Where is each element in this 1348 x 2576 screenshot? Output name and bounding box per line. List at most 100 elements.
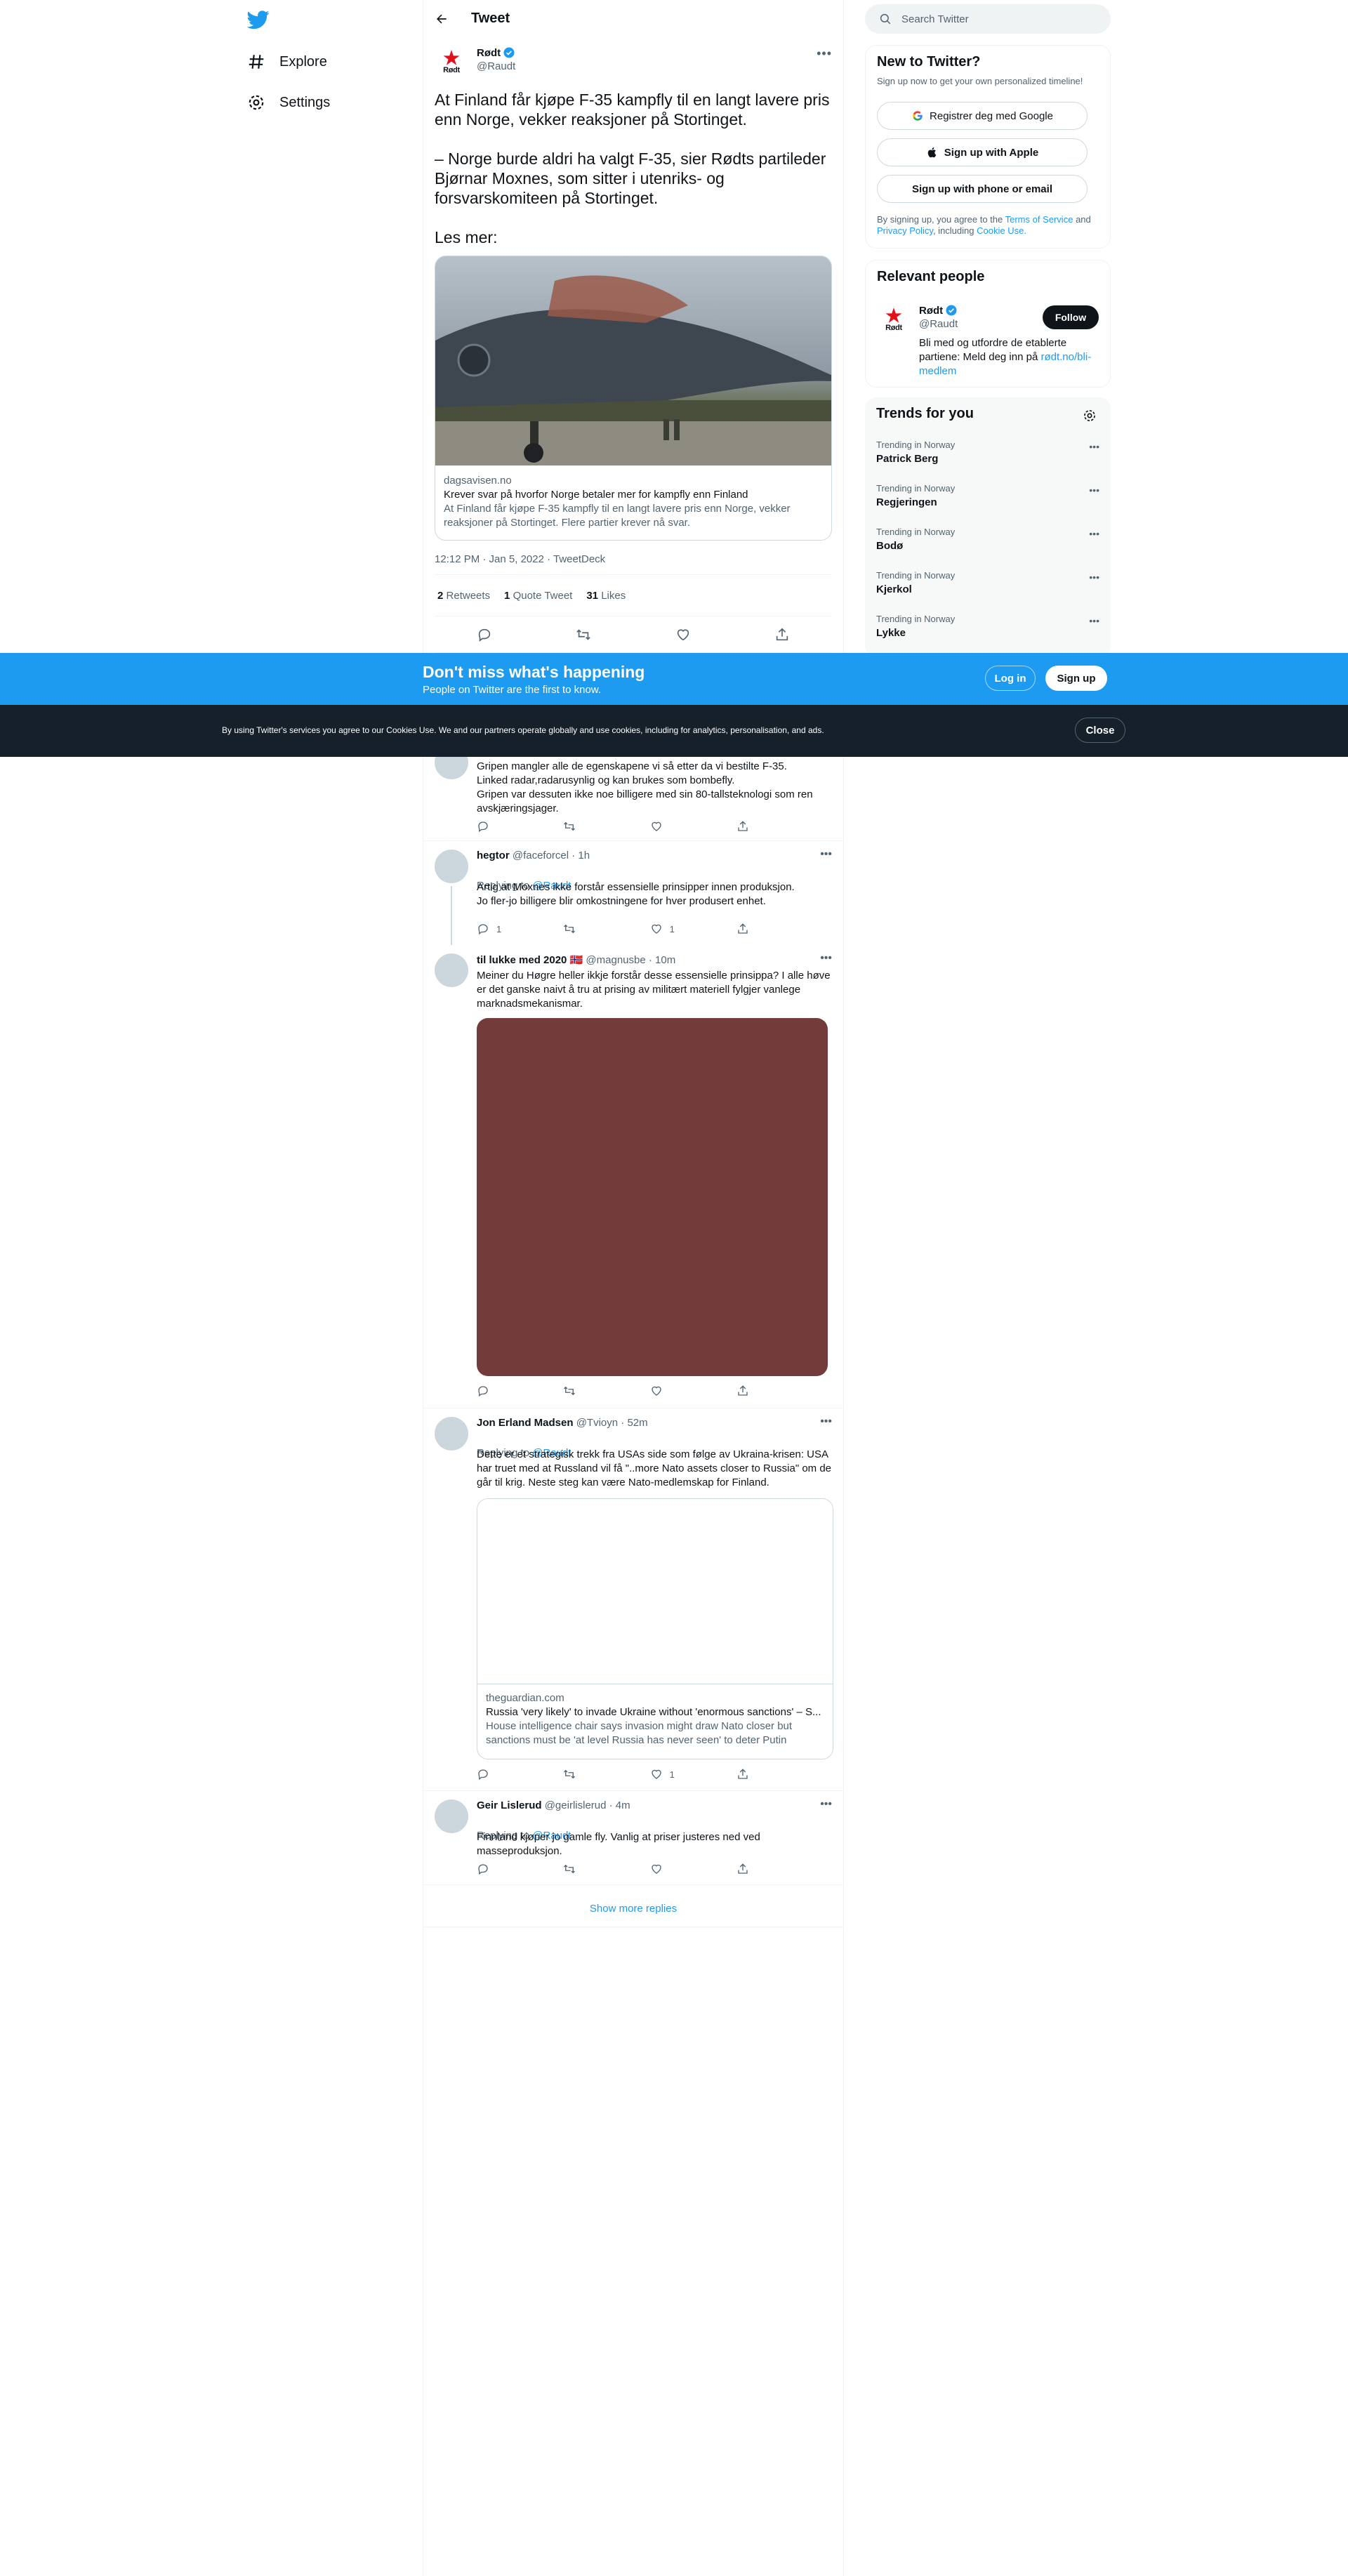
apple-signup-button[interactable]: Sign up with Apple: [877, 138, 1088, 166]
like-action[interactable]: [650, 820, 692, 833]
reply-author-name[interactable]: Geir Lislerud: [477, 1799, 542, 1811]
reply-action[interactable]: [477, 1385, 519, 1397]
author-avatar[interactable]: Rødt: [435, 45, 468, 79]
like-action[interactable]: [650, 1385, 692, 1397]
reply-avatar[interactable]: [435, 1417, 468, 1451]
search-input[interactable]: Search Twitter: [865, 4, 1111, 34]
share-icon[interactable]: [774, 627, 790, 642]
reply-avatar[interactable]: [435, 850, 468, 883]
settings-gear-icon[interactable]: [1083, 409, 1097, 423]
tweet-timestamp[interactable]: 12:12 PM · Jan 5, 2022 · TweetDeck: [435, 553, 605, 565]
like-action[interactable]: [650, 1863, 692, 1875]
reply-author-name[interactable]: hegtor: [477, 850, 510, 861]
reply-avatar[interactable]: [435, 1799, 468, 1833]
author-handle[interactable]: @Raudt: [477, 60, 515, 72]
login-button[interactable]: Log in: [985, 666, 1036, 691]
share-action[interactable]: [736, 1385, 779, 1397]
more-options-icon[interactable]: •••: [820, 1798, 832, 1811]
reply-action[interactable]: [477, 1768, 519, 1781]
reply-action[interactable]: [477, 820, 519, 833]
retweet-icon[interactable]: [576, 627, 591, 642]
more-options-icon[interactable]: •••: [1089, 484, 1099, 496]
more-options-icon[interactable]: •••: [1089, 572, 1099, 583]
reply-avatar[interactable]: [435, 953, 468, 987]
like-action[interactable]: 1: [650, 1768, 692, 1781]
author-block[interactable]: Rødt @Raudt: [477, 46, 515, 73]
reply-action[interactable]: [477, 1863, 519, 1875]
tweet-text: At Finland får kjøpe F-35 kampfly til en…: [435, 91, 830, 246]
phone-email-signup-button[interactable]: Sign up with phone or email: [877, 175, 1088, 203]
reply-action[interactable]: 1: [477, 923, 519, 935]
reply-author-name[interactable]: Jon Erland Madsen: [477, 1417, 574, 1429]
reply-item[interactable]: Jon Erland Madsen @Tvioyn · 52m ••• Repl…: [423, 1408, 843, 1791]
person-avatar[interactable]: Rødt: [877, 303, 911, 336]
share-action[interactable]: [736, 1863, 779, 1875]
nav-explore[interactable]: Explore: [247, 45, 327, 79]
more-options-icon[interactable]: •••: [1089, 528, 1099, 539]
reply-author-handle[interactable]: @magnusbe · 10m: [586, 954, 675, 966]
reply-image[interactable]: [477, 1018, 828, 1376]
likes-stat[interactable]: 31 Likes: [586, 590, 626, 602]
person-name[interactable]: Rødt: [919, 305, 943, 317]
cookie-close-button[interactable]: Close: [1075, 718, 1125, 743]
author-name[interactable]: Rødt: [477, 47, 501, 59]
trend-item[interactable]: Trending in Norway Patrick Berg •••: [876, 440, 1099, 465]
trend-item[interactable]: Trending in Norway Lykke •••: [876, 614, 1099, 639]
follow-button[interactable]: Follow: [1043, 305, 1099, 329]
nav-settings[interactable]: Settings: [247, 86, 330, 119]
tweet-actions: [435, 616, 832, 653]
trend-item[interactable]: Trending in Norway Kjerkol •••: [876, 570, 1099, 595]
more-options-icon[interactable]: •••: [1089, 615, 1099, 626]
retweets-stat[interactable]: 2 Retweets: [437, 590, 490, 602]
reply-icon[interactable]: [477, 627, 492, 642]
retweet-action[interactable]: [563, 1768, 605, 1781]
person-handle[interactable]: @Raudt: [919, 318, 958, 330]
reply-actions: 1: [477, 1768, 779, 1781]
more-options-icon[interactable]: •••: [1089, 441, 1099, 452]
terms-text: By signing up, you agree to the Terms of…: [877, 214, 1091, 236]
twitter-logo-icon[interactable]: [247, 8, 270, 31]
cookie-link[interactable]: Cookie Use.: [977, 225, 1026, 236]
reply-item[interactable]: Geir Lislerud @geirlislerud · 4m ••• Rep…: [423, 1791, 843, 1885]
reply-author-handle[interactable]: @geirlislerud · 4m: [545, 1799, 630, 1811]
reply-icon: [478, 924, 488, 935]
privacy-link[interactable]: Privacy Policy: [877, 225, 933, 236]
reply-item[interactable]: til lukke med 2020 🇳🇴 @magnusbe · 10m ••…: [423, 945, 843, 1408]
banner-title: Don't miss what's happening: [423, 663, 645, 681]
back-arrow-icon[interactable]: [435, 12, 449, 26]
more-options-icon[interactable]: •••: [817, 46, 832, 61]
avatar-wordmark: Rødt: [443, 66, 460, 74]
share-action[interactable]: [736, 923, 779, 935]
terms-link[interactable]: Terms of Service: [1005, 214, 1073, 225]
retweet-action[interactable]: [563, 923, 605, 935]
reply-icon: [478, 1769, 488, 1781]
retweet-icon: [564, 1864, 576, 1874]
like-icon[interactable]: [675, 627, 691, 642]
show-more-replies-button[interactable]: Show more replies: [423, 1891, 843, 1927]
more-options-icon[interactable]: •••: [820, 952, 832, 965]
reply-author-name[interactable]: til lukke med 2020 🇳🇴: [477, 954, 583, 966]
like-action[interactable]: 1: [650, 923, 692, 935]
trend-item[interactable]: Trending in Norway Bodø •••: [876, 527, 1099, 552]
reply-icon: [478, 821, 488, 833]
reply-text: Finnland kjøper jo gamle fly. Vanlig at …: [477, 1831, 760, 1857]
share-action[interactable]: [736, 820, 779, 833]
more-options-icon[interactable]: •••: [820, 1415, 832, 1428]
retweet-action[interactable]: [563, 1863, 605, 1875]
reply-actions: [477, 820, 779, 833]
more-options-icon[interactable]: •••: [820, 848, 832, 861]
retweet-action[interactable]: [563, 820, 605, 833]
signup-button[interactable]: Sign up: [1045, 666, 1107, 691]
reply-author-handle[interactable]: @Tvioyn · 52m: [576, 1417, 648, 1429]
retweet-action[interactable]: [563, 1385, 605, 1397]
reply-item[interactable]: hegtor @faceforcel · 1h ••• Replying to …: [423, 841, 843, 945]
reply-author-handle[interactable]: @faceforcel · 1h: [513, 850, 590, 861]
google-signup-button[interactable]: Registrer deg med Google: [877, 102, 1088, 130]
reply-link-card[interactable]: theguardian.com Russia 'very likely' to …: [477, 1498, 833, 1759]
link-card-description: House intelligence chair says invasion m…: [486, 1720, 793, 1746]
share-action[interactable]: [736, 1768, 779, 1781]
quotes-stat[interactable]: 1 Quote Tweet: [504, 590, 572, 602]
link-card[interactable]: dagsavisen.no Krever svar på hvorfor Nor…: [435, 256, 832, 541]
trend-item[interactable]: Trending in Norway Regjeringen •••: [876, 483, 1099, 508]
reply-header: Jon Erland Madsen @Tvioyn · 52m: [477, 1417, 648, 1429]
